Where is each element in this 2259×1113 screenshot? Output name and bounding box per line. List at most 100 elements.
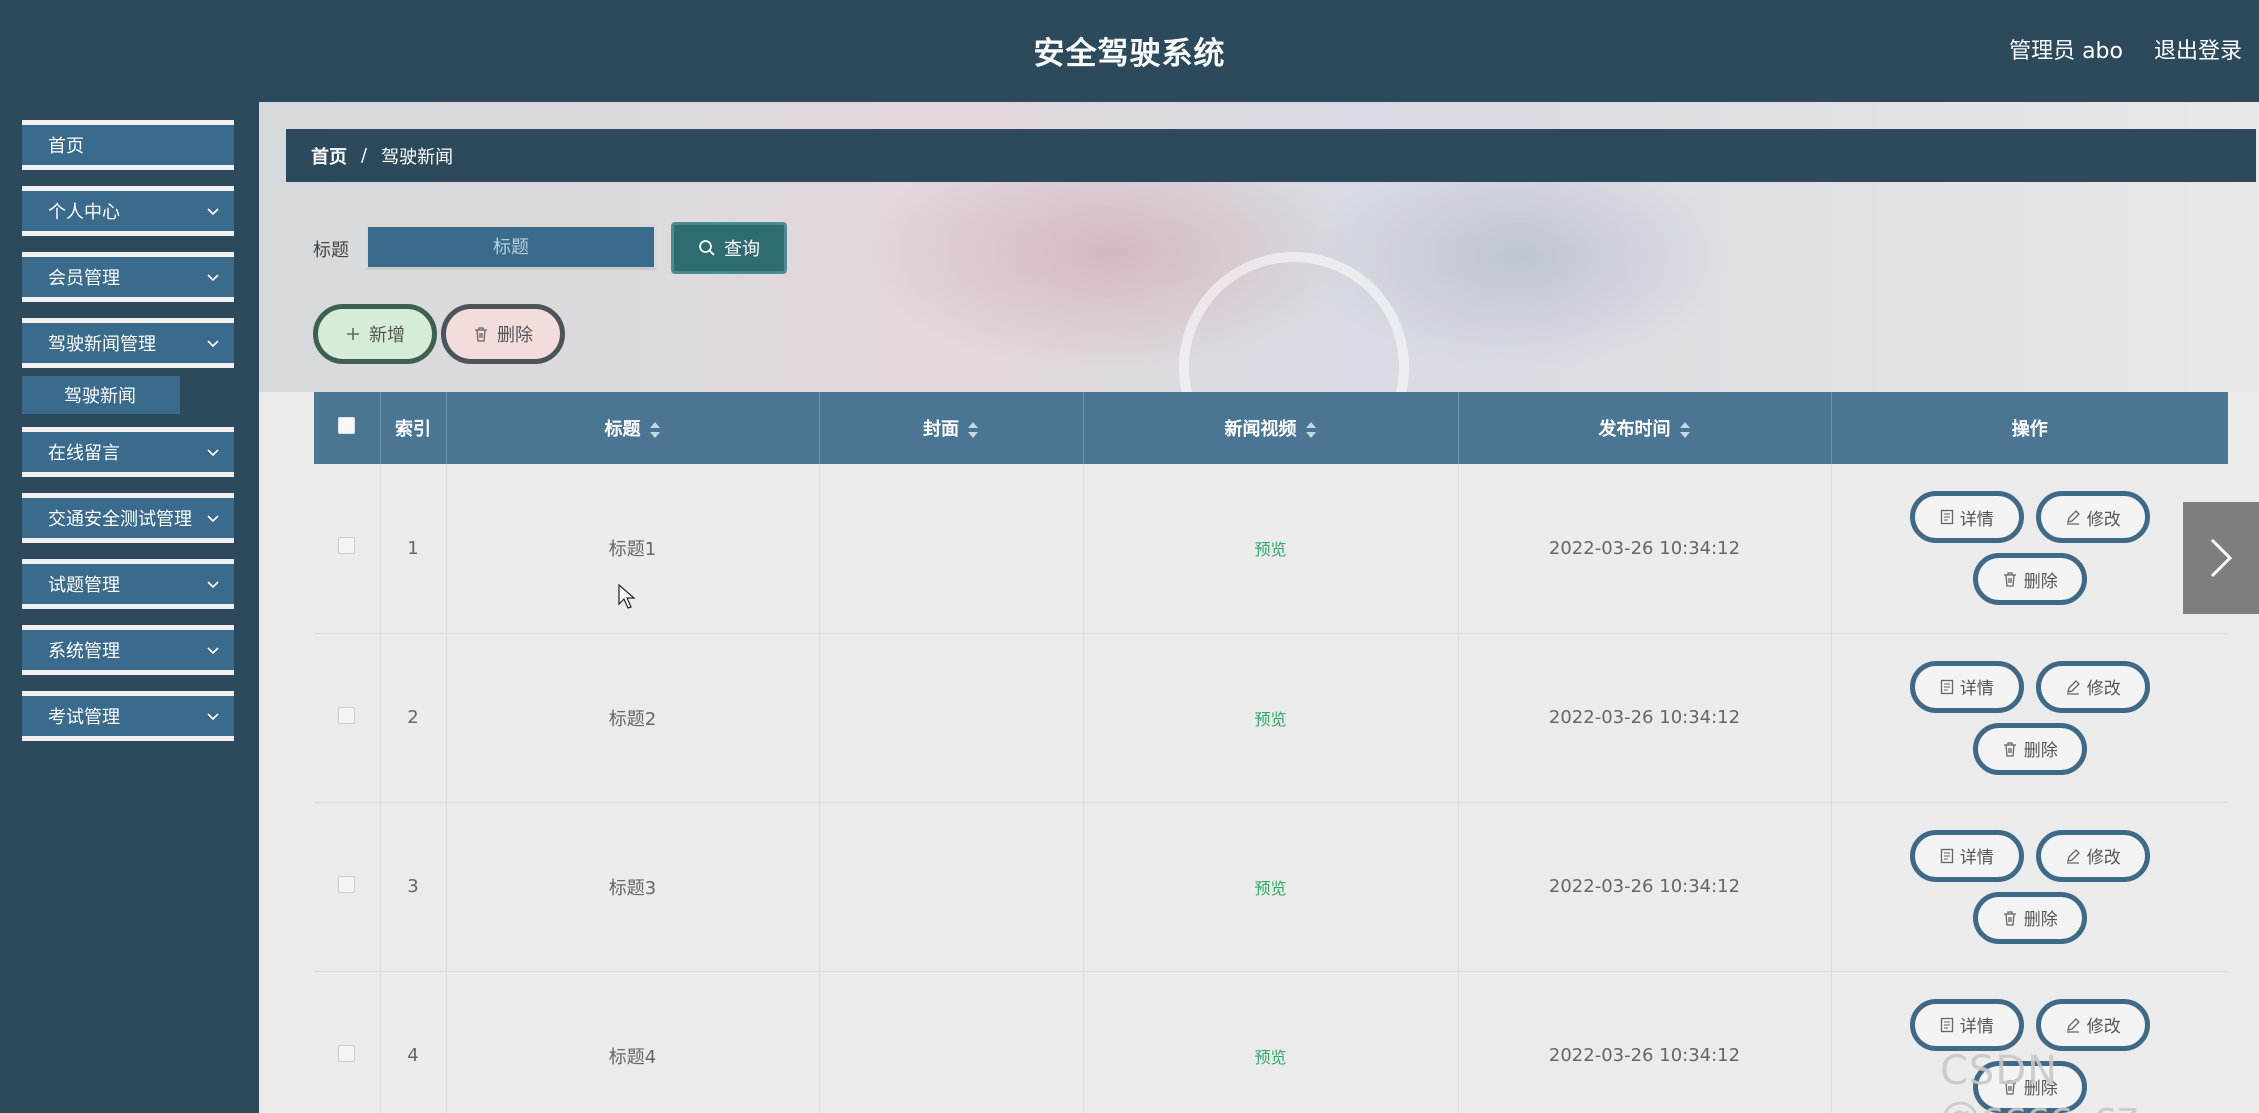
chevron-down-icon (207, 713, 219, 721)
batch-delete-button-label: 删除 (497, 325, 533, 346)
detail-button[interactable]: 详情 (1909, 829, 2024, 882)
row-cover (819, 633, 1084, 803)
column-header-label: 新闻视频 (1224, 419, 1297, 440)
column-header-video[interactable]: 新闻视频 (1083, 392, 1459, 464)
sort-icon (649, 422, 660, 438)
sidebar-item-system-management[interactable]: 系统管理 (22, 625, 234, 675)
detail-button[interactable]: 详情 (1909, 660, 2024, 713)
row-checkbox[interactable] (338, 875, 356, 893)
batch-delete-button[interactable]: 删除 (441, 304, 565, 364)
document-icon (1940, 510, 1953, 525)
column-header-label: 封面 (923, 419, 959, 440)
video-preview-link[interactable]: 预览 (1254, 879, 1286, 898)
sidebar-item-member-management[interactable]: 会员管理 (22, 252, 234, 302)
table-row: 3 标题3 预览 2022-03-26 10:34:12 详情 修改 删除 (314, 802, 2228, 972)
delete-button-label: 删除 (2023, 910, 2058, 930)
column-header-index: 索引 (380, 392, 447, 464)
chevron-down-icon (207, 449, 219, 457)
top-bar: 安全驾驶系统 管理员 abo 退出登录 (0, 0, 2259, 102)
sidebar-item-label: 首页 (48, 136, 84, 157)
column-header-cover[interactable]: 封面 (819, 392, 1084, 464)
row-checkbox[interactable] (338, 706, 356, 724)
chevron-right-icon (2210, 538, 2233, 578)
query-button-label: 查询 (724, 239, 760, 260)
query-button[interactable]: 查询 (671, 222, 787, 274)
edit-button[interactable]: 修改 (2035, 998, 2150, 1051)
delete-button[interactable]: 删除 (1972, 722, 2087, 775)
column-header-title[interactable]: 标题 (446, 392, 820, 464)
select-all-checkbox[interactable] (338, 417, 356, 434)
detail-button-label: 详情 (1959, 1017, 1994, 1037)
document-icon (1940, 1017, 1953, 1032)
chevron-down-icon (207, 581, 219, 589)
row-title: 标题2 (446, 633, 820, 803)
breadcrumb-current: 驾驶新闻 (381, 146, 454, 168)
sidebar-item-label: 系统管理 (48, 641, 120, 662)
edit-button[interactable]: 修改 (2035, 660, 2150, 713)
row-checkbox[interactable] (338, 537, 356, 555)
row-publish-time: 2022-03-26 10:34:12 (1458, 464, 1832, 634)
sidebar-item-exam-management[interactable]: 考试管理 (22, 691, 234, 741)
top-right-area: 管理员 abo 退出登录 (2009, 33, 2242, 65)
video-preview-link[interactable]: 预览 (1254, 1048, 1286, 1067)
row-index: 4 (380, 971, 447, 1113)
delete-button[interactable]: 删除 (1972, 553, 2087, 606)
row-title: 标题3 (446, 802, 820, 972)
trash-icon (2003, 572, 2016, 587)
row-publish-time: 2022-03-26 10:34:12 (1458, 802, 1832, 972)
edit-button[interactable]: 修改 (2035, 829, 2150, 882)
breadcrumb: 首页 / 驾驶新闻 (286, 129, 2256, 182)
edit-button[interactable]: 修改 (2035, 491, 2150, 544)
logout-link[interactable]: 退出登录 (2154, 33, 2242, 65)
next-arrow-button[interactable] (2183, 502, 2259, 614)
breadcrumb-home[interactable]: 首页 (311, 143, 347, 169)
column-header-publish-time[interactable]: 发布时间 (1458, 392, 1832, 464)
row-video-cell: 预览 (1083, 464, 1459, 634)
sidebar-item-question-management[interactable]: 试题管理 (22, 559, 234, 609)
row-actions: 详情 修改 删除 (1831, 633, 2228, 803)
detail-button-label: 详情 (1959, 848, 1994, 868)
mouse-cursor-icon (618, 583, 636, 614)
row-index: 2 (380, 633, 447, 803)
edit-button-label: 修改 (2086, 509, 2121, 530)
row-checkbox[interactable] (338, 1044, 356, 1062)
detail-button[interactable]: 详情 (1909, 998, 2024, 1051)
pencil-icon (2066, 510, 2080, 525)
row-actions: 详情 修改 删除 (1831, 464, 2228, 634)
trash-icon (2003, 741, 2016, 757)
edit-button-label: 修改 (2086, 848, 2121, 868)
chevron-down-icon (207, 274, 219, 282)
document-icon (1940, 679, 1953, 694)
main-content: 首页 / 驾驶新闻 标题 查询 新增 删除 索引 标题 封面 新闻视频 (259, 102, 2259, 1113)
pencil-icon (2066, 679, 2080, 695)
add-button[interactable]: 新增 (313, 304, 437, 364)
watermark: CSDN @cccc_cz (1940, 1048, 2138, 1113)
table-row: 2 标题2 预览 2022-03-26 10:34:12 详情 修改 删除 (314, 633, 2228, 803)
sidebar-item-news-management[interactable]: 驾驶新闻管理 (22, 318, 234, 368)
video-preview-link[interactable]: 预览 (1254, 540, 1286, 559)
row-index: 1 (380, 464, 447, 634)
sidebar-item-personal-center[interactable]: 个人中心 (22, 186, 234, 236)
sidebar-item-online-messages[interactable]: 在线留言 (22, 427, 234, 477)
sidebar-subitem-driving-news[interactable]: 驾驶新闻 (22, 376, 180, 414)
edit-button-label: 修改 (2086, 679, 2121, 699)
detail-button[interactable]: 详情 (1909, 491, 2024, 544)
row-select-cell (314, 971, 381, 1113)
sidebar-item-home[interactable]: 首页 (22, 120, 234, 170)
video-preview-link[interactable]: 预览 (1254, 710, 1286, 729)
row-cover (819, 971, 1084, 1113)
search-input[interactable] (365, 224, 657, 270)
row-publish-time: 2022-03-26 10:34:12 (1458, 633, 1832, 803)
row-cover (819, 464, 1084, 634)
search-icon (699, 240, 715, 256)
column-header-actions: 操作 (1831, 392, 2228, 464)
row-select-cell (314, 633, 381, 803)
row-select-cell (314, 464, 381, 634)
detail-button-label: 详情 (1959, 509, 1994, 530)
sidebar-item-safety-test-management[interactable]: 交通安全测试管理 (22, 493, 234, 543)
delete-button[interactable]: 删除 (1972, 891, 2087, 944)
search-label: 标题 (313, 240, 349, 261)
sidebar-item-label: 试题管理 (48, 575, 120, 596)
row-title: 标题4 (446, 971, 820, 1113)
row-video-cell: 预览 (1083, 971, 1459, 1113)
